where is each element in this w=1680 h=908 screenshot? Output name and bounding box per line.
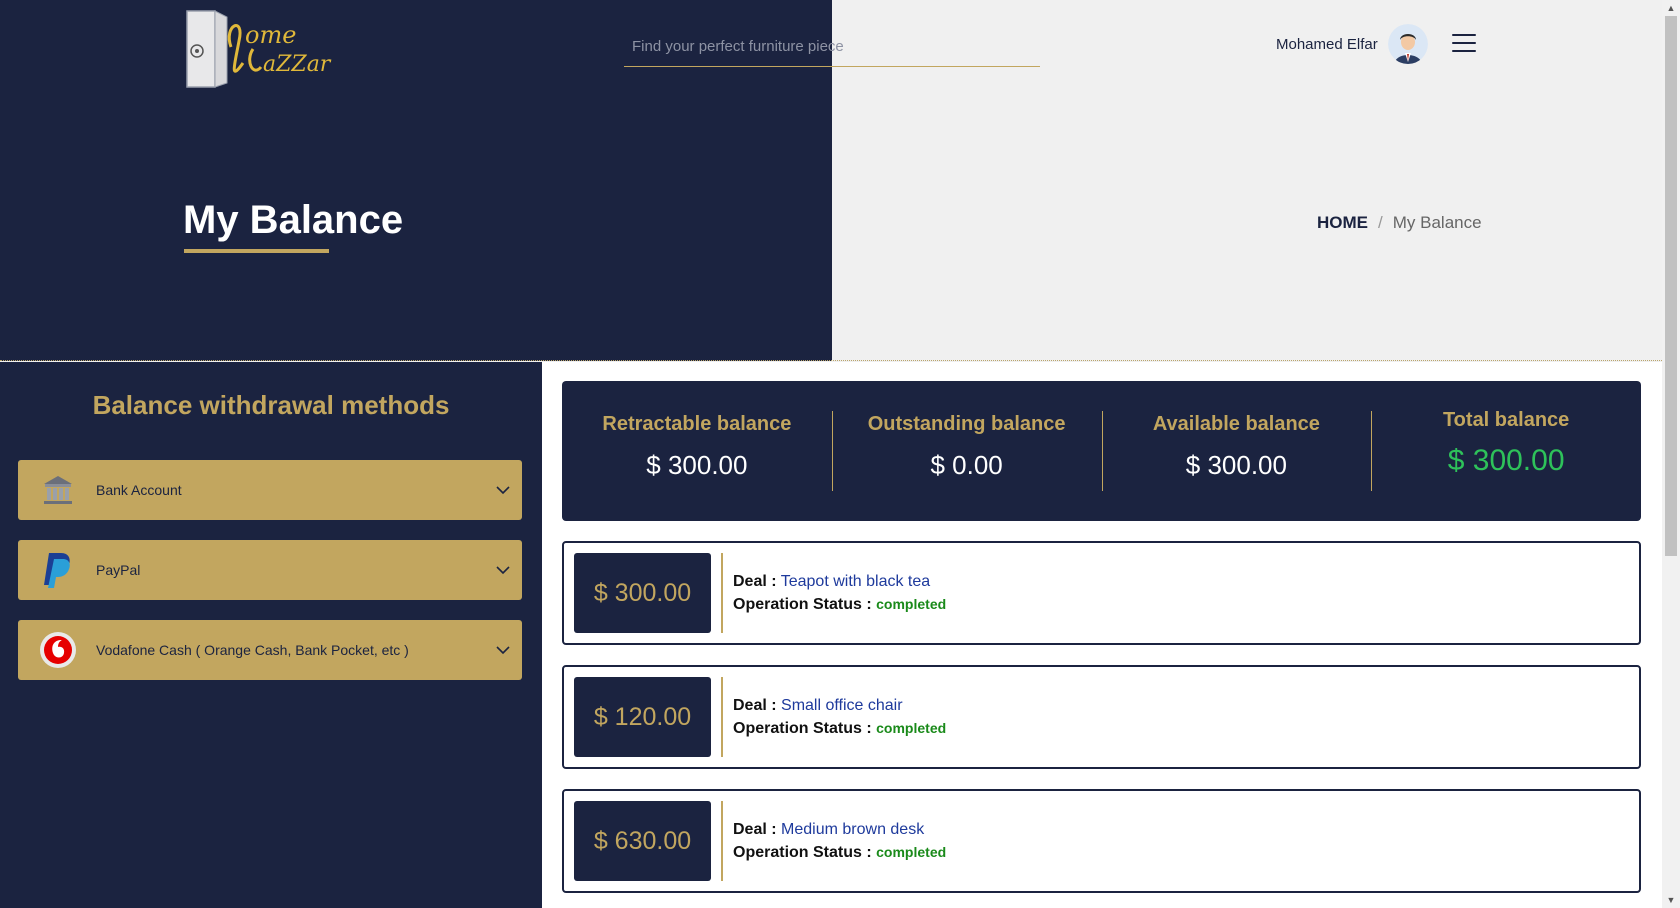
search-input[interactable] (624, 26, 1040, 66)
method-bank-account[interactable]: Bank Account (18, 460, 522, 520)
deal-card: $ 630.00 Deal : Medium brown desk Operat… (562, 789, 1641, 893)
vodafone-icon (38, 630, 78, 670)
chevron-down-icon[interactable] (494, 641, 512, 659)
hero-divider (0, 360, 1662, 361)
status-badge: completed (876, 720, 947, 736)
title-underline (184, 249, 329, 253)
deal-name-link[interactable]: Medium brown desk (781, 821, 924, 838)
breadcrumb-home-link[interactable]: HOME (1317, 213, 1368, 233)
breadcrumb-separator: / (1378, 213, 1383, 232)
home-bazzar-logo[interactable]: ome aZZar (183, 5, 355, 91)
balance-summary-card: Retractable balance $ 300.00 Outstanding… (562, 381, 1641, 521)
user-name: Mohamed Elfar (1276, 35, 1378, 53)
deal-name-link[interactable]: Small office chair (781, 697, 903, 714)
status-label: Operation Status : (733, 596, 872, 613)
breadcrumb-current: My Balance (1392, 213, 1482, 232)
method-label: Vodafone Cash ( Orange Cash, Bank Pocket… (96, 642, 409, 658)
deal-divider (721, 553, 723, 633)
search-bar (624, 26, 1040, 67)
stat-value: $ 300.00 (1447, 444, 1565, 477)
svg-text:ome: ome (245, 21, 296, 49)
stat-label: Total balance (1442, 409, 1570, 431)
deal-card: $ 300.00 Deal : Teapot with black tea Op… (562, 541, 1641, 645)
status-badge: completed (876, 844, 947, 860)
deal-divider (721, 801, 723, 881)
stat-label: Available balance (1152, 413, 1320, 435)
deal-info: Deal : Medium brown desk Operation Statu… (733, 818, 946, 864)
deal-amount: $ 630.00 (574, 801, 711, 881)
page-scrollbar[interactable]: ▲ ▼ (1662, 0, 1680, 908)
status-label: Operation Status : (733, 720, 872, 737)
stat-label: Retractable balance (602, 413, 792, 435)
svg-text:aZZar: aZZar (263, 52, 332, 77)
avatar[interactable] (1387, 24, 1428, 64)
available-balance: Available balance $ 300.00 (1101, 411, 1372, 491)
deal-amount: $ 120.00 (574, 677, 711, 757)
retractable-balance: Retractable balance $ 300.00 (562, 411, 832, 491)
deal-name-link[interactable]: Teapot with black tea (781, 573, 930, 590)
user-menu[interactable]: Mohamed Elfar (1276, 24, 1428, 64)
deal-label: Deal : (733, 697, 777, 714)
scroll-down-icon[interactable]: ▼ (1662, 892, 1680, 908)
paypal-icon (38, 550, 78, 590)
stat-value: $ 0.00 (930, 450, 1003, 480)
breadcrumb: HOME / My Balance (1317, 213, 1482, 233)
deal-label: Deal : (733, 573, 777, 590)
deal-info: Deal : Teapot with black tea Operation S… (733, 570, 946, 616)
deal-card: $ 120.00 Deal : Small office chair Opera… (562, 665, 1641, 769)
scroll-up-icon[interactable]: ▲ (1662, 0, 1680, 16)
bank-icon (38, 470, 78, 510)
status-label: Operation Status : (733, 844, 872, 861)
method-label: Bank Account (96, 482, 182, 498)
chevron-down-icon[interactable] (494, 561, 512, 579)
menu-icon[interactable] (1452, 34, 1476, 56)
stat-value: $ 300.00 (1185, 450, 1287, 480)
stat-label: Outstanding balance (867, 413, 1066, 435)
scrollbar-thumb[interactable] (1665, 16, 1677, 556)
deal-amount: $ 300.00 (574, 553, 711, 633)
method-vodafone-cash[interactable]: Vodafone Cash ( Orange Cash, Bank Pocket… (18, 620, 522, 680)
chevron-down-icon[interactable] (494, 481, 512, 499)
method-label: PayPal (96, 562, 141, 578)
status-badge: completed (876, 596, 947, 612)
stat-value: $ 300.00 (646, 450, 748, 480)
page-title: My Balance (183, 198, 404, 242)
total-balance: Total balance $ 300.00 (1371, 409, 1641, 491)
outstanding-balance: Outstanding balance $ 0.00 (831, 411, 1102, 491)
deal-divider (721, 677, 723, 757)
deal-label: Deal : (733, 821, 777, 838)
withdrawal-methods-title: Balance withdrawal methods (92, 390, 450, 420)
method-paypal[interactable]: PayPal (18, 540, 522, 600)
deal-info: Deal : Small office chair Operation Stat… (733, 694, 946, 740)
